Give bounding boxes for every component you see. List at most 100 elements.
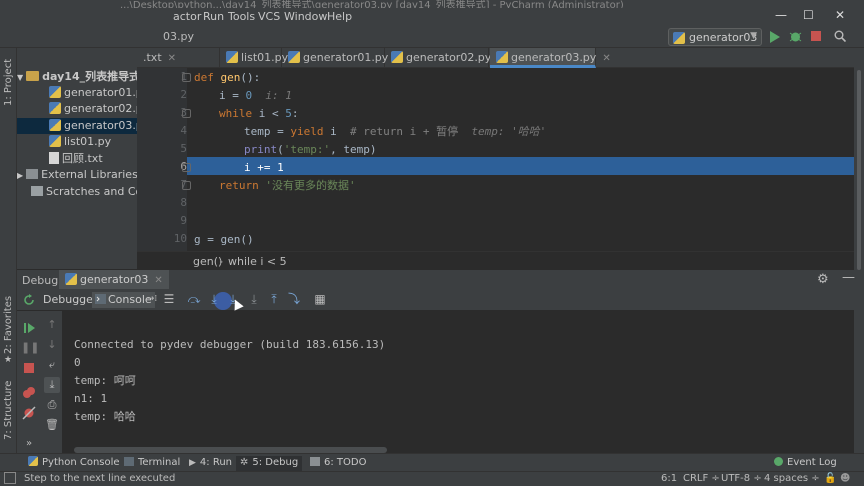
title-bar: ...\Desktop\python...\day14_列表推导式\genera… (0, 0, 864, 11)
step-into-icon[interactable]: ⤓ (207, 292, 221, 306)
tree-file-label: generator02.py (64, 102, 137, 115)
mute-breakpoints-icon[interactable] (21, 405, 37, 421)
close-icon[interactable]: ✕ (602, 53, 610, 64)
fold-marker-icon[interactable] (182, 181, 191, 190)
line-number: 10 (173, 232, 187, 245)
code-text: (): (240, 71, 261, 84)
debug-bug-icon[interactable] (789, 30, 802, 43)
menu-help[interactable]: Help (327, 10, 352, 23)
tab-event-log[interactable]: Event Log (770, 456, 841, 472)
view-breakpoints-icon[interactable] (21, 385, 37, 401)
tree-scratches[interactable]: Scratches and Consoles (17, 184, 137, 200)
tree-file-review-txt[interactable]: 回顾.txt (17, 151, 137, 167)
restore-layout-icon[interactable]: →⁞ (145, 292, 159, 306)
menu-window[interactable]: Window (284, 10, 327, 23)
tab-list01[interactable]: list01.py (220, 48, 288, 68)
arrow-down-icon[interactable]: ↓ (44, 337, 60, 353)
code-editor[interactable]: 1 2 3 4 5 6 7 8 9 10 def gen(): i = 0 i:… (137, 68, 854, 251)
editor-scrollbar[interactable] (857, 70, 861, 270)
fold-marker-icon[interactable] (182, 73, 191, 82)
tab-terminal[interactable]: Terminal (120, 456, 184, 472)
console-line: temp: 呵呵 (74, 374, 136, 387)
evaluate-expression-icon[interactable]: ▦ (313, 292, 327, 306)
arrow-up-icon[interactable]: ↑ (44, 317, 60, 333)
fold-marker-icon[interactable] (182, 109, 191, 118)
toggle-tool-windows-icon[interactable] (4, 472, 16, 484)
gear-icon[interactable]: ⚙ (817, 272, 829, 287)
inline-debug-value: temp: '哈哈' (471, 125, 547, 138)
tab-run[interactable]: ▶ 4: Run (185, 456, 236, 472)
structure-tool-tab[interactable]: 7: Structure (3, 381, 14, 440)
tree-scratches-label: Scratches and Consoles (46, 185, 137, 198)
debug-console-output[interactable]: Connected to pydev debugger (build 183.6… (63, 311, 854, 459)
inspector-icon[interactable]: ☻ (840, 473, 850, 484)
tree-external-libraries[interactable]: ▶ External Libraries (17, 167, 137, 183)
line-separator[interactable]: CRLF ÷ (683, 473, 720, 484)
tab-generator02[interactable]: generator02.py✕ (385, 48, 506, 68)
print-icon[interactable]: ⎙ (44, 397, 60, 413)
breadcrumb-while[interactable]: while i < 5 (228, 255, 287, 268)
tree-file-generator01[interactable]: generator01.py (17, 85, 137, 101)
threads-list-icon[interactable]: ☰ (162, 292, 176, 306)
indent-setting[interactable]: 4 spaces ÷ (764, 473, 820, 484)
tab-debug[interactable]: ✲ 5: Debug (236, 456, 303, 472)
code-line-3: while i < 5: (219, 105, 299, 123)
tab-generator01[interactable]: generator01.py✕ (282, 48, 403, 68)
favorites-tool-tab[interactable]: 2: Favorites (3, 296, 14, 354)
close-icon[interactable]: ✕ (154, 275, 162, 286)
debug-session-tab[interactable]: generator03 ✕ (59, 270, 169, 290)
fold-marker-icon[interactable] (182, 163, 191, 172)
rerun-icon[interactable] (23, 294, 35, 306)
maximize-button[interactable]: ☐ (803, 8, 814, 22)
stop-icon[interactable] (21, 360, 37, 376)
breadcrumb-function[interactable]: gen() (193, 255, 222, 268)
python-file-icon (65, 273, 77, 285)
run-configuration-select[interactable]: generator03 ▼ (668, 28, 762, 46)
left-tool-strip: 1: Project 2: Favorites ★ 7: Structure (0, 48, 17, 470)
expand-icon[interactable]: » (21, 436, 37, 452)
close-icon[interactable]: ✕ (168, 53, 176, 64)
keyword: def (194, 71, 214, 84)
tab-terminal-label: Terminal (138, 457, 181, 468)
mouse-cursor-icon (230, 297, 244, 311)
scroll-to-end-icon[interactable]: ⤓ (44, 377, 60, 393)
run-to-cursor-icon[interactable]: ⤵ (287, 292, 301, 306)
console-icon (95, 294, 106, 304)
tree-folder-root[interactable]: ▼ day14_列表推导式 (17, 69, 137, 85)
search-icon[interactable] (834, 30, 846, 42)
tab-debug-label: 5: Debug (252, 457, 299, 468)
file-encoding[interactable]: UTF-8 ÷ (721, 473, 762, 484)
tab-review-txt[interactable]: .txt ✕ (137, 48, 220, 68)
menu-vcs[interactable]: VCS (258, 10, 280, 23)
text-file-icon (49, 152, 59, 164)
menu-tools[interactable]: Tools (228, 10, 255, 23)
line-number: 4 (180, 124, 187, 137)
lock-icon[interactable]: 🔓 (824, 473, 836, 484)
run-icon[interactable] (770, 31, 780, 43)
project-tree: ▼ day14_列表推导式 generator01.py generator02.… (17, 48, 137, 268)
tab-generator03[interactable]: generator03.py ✕ (490, 48, 611, 68)
tree-file-list01[interactable]: list01.py (17, 134, 137, 150)
step-over-icon[interactable]: ⤼ (187, 292, 201, 306)
tab-python-console[interactable]: Python Console (24, 456, 124, 472)
tree-file-generator03[interactable]: generator03.py (17, 118, 137, 134)
caret-position[interactable]: 6:1 (661, 473, 677, 484)
step-out-icon[interactable]: ⤒ (267, 292, 281, 306)
close-window-button[interactable]: ✕ (835, 8, 845, 22)
tree-external-libraries-label: External Libraries (41, 168, 137, 181)
resume-icon[interactable] (21, 320, 37, 336)
minimize-button[interactable]: — (775, 8, 787, 22)
project-tool-tab[interactable]: 1: Project (3, 59, 14, 106)
trash-icon[interactable]: 🗑 (44, 417, 60, 433)
hide-panel-icon[interactable]: — (842, 270, 855, 285)
string-literal: '没有更多的数据' (265, 179, 356, 192)
stop-icon[interactable] (811, 31, 821, 41)
tab-todo[interactable]: 6: TODO (306, 456, 370, 472)
pause-icon[interactable]: ❚❚ (21, 340, 39, 356)
tree-file-generator02[interactable]: generator02.py (17, 101, 137, 117)
nav-breadcrumb[interactable]: 03.py (163, 30, 194, 43)
menu-run[interactable]: Run (203, 10, 224, 23)
force-step-into-icon[interactable]: ⤓ (247, 292, 261, 306)
soft-wrap-icon[interactable]: ⤶ (44, 357, 60, 373)
menu-refactor[interactable]: actor (173, 10, 201, 23)
